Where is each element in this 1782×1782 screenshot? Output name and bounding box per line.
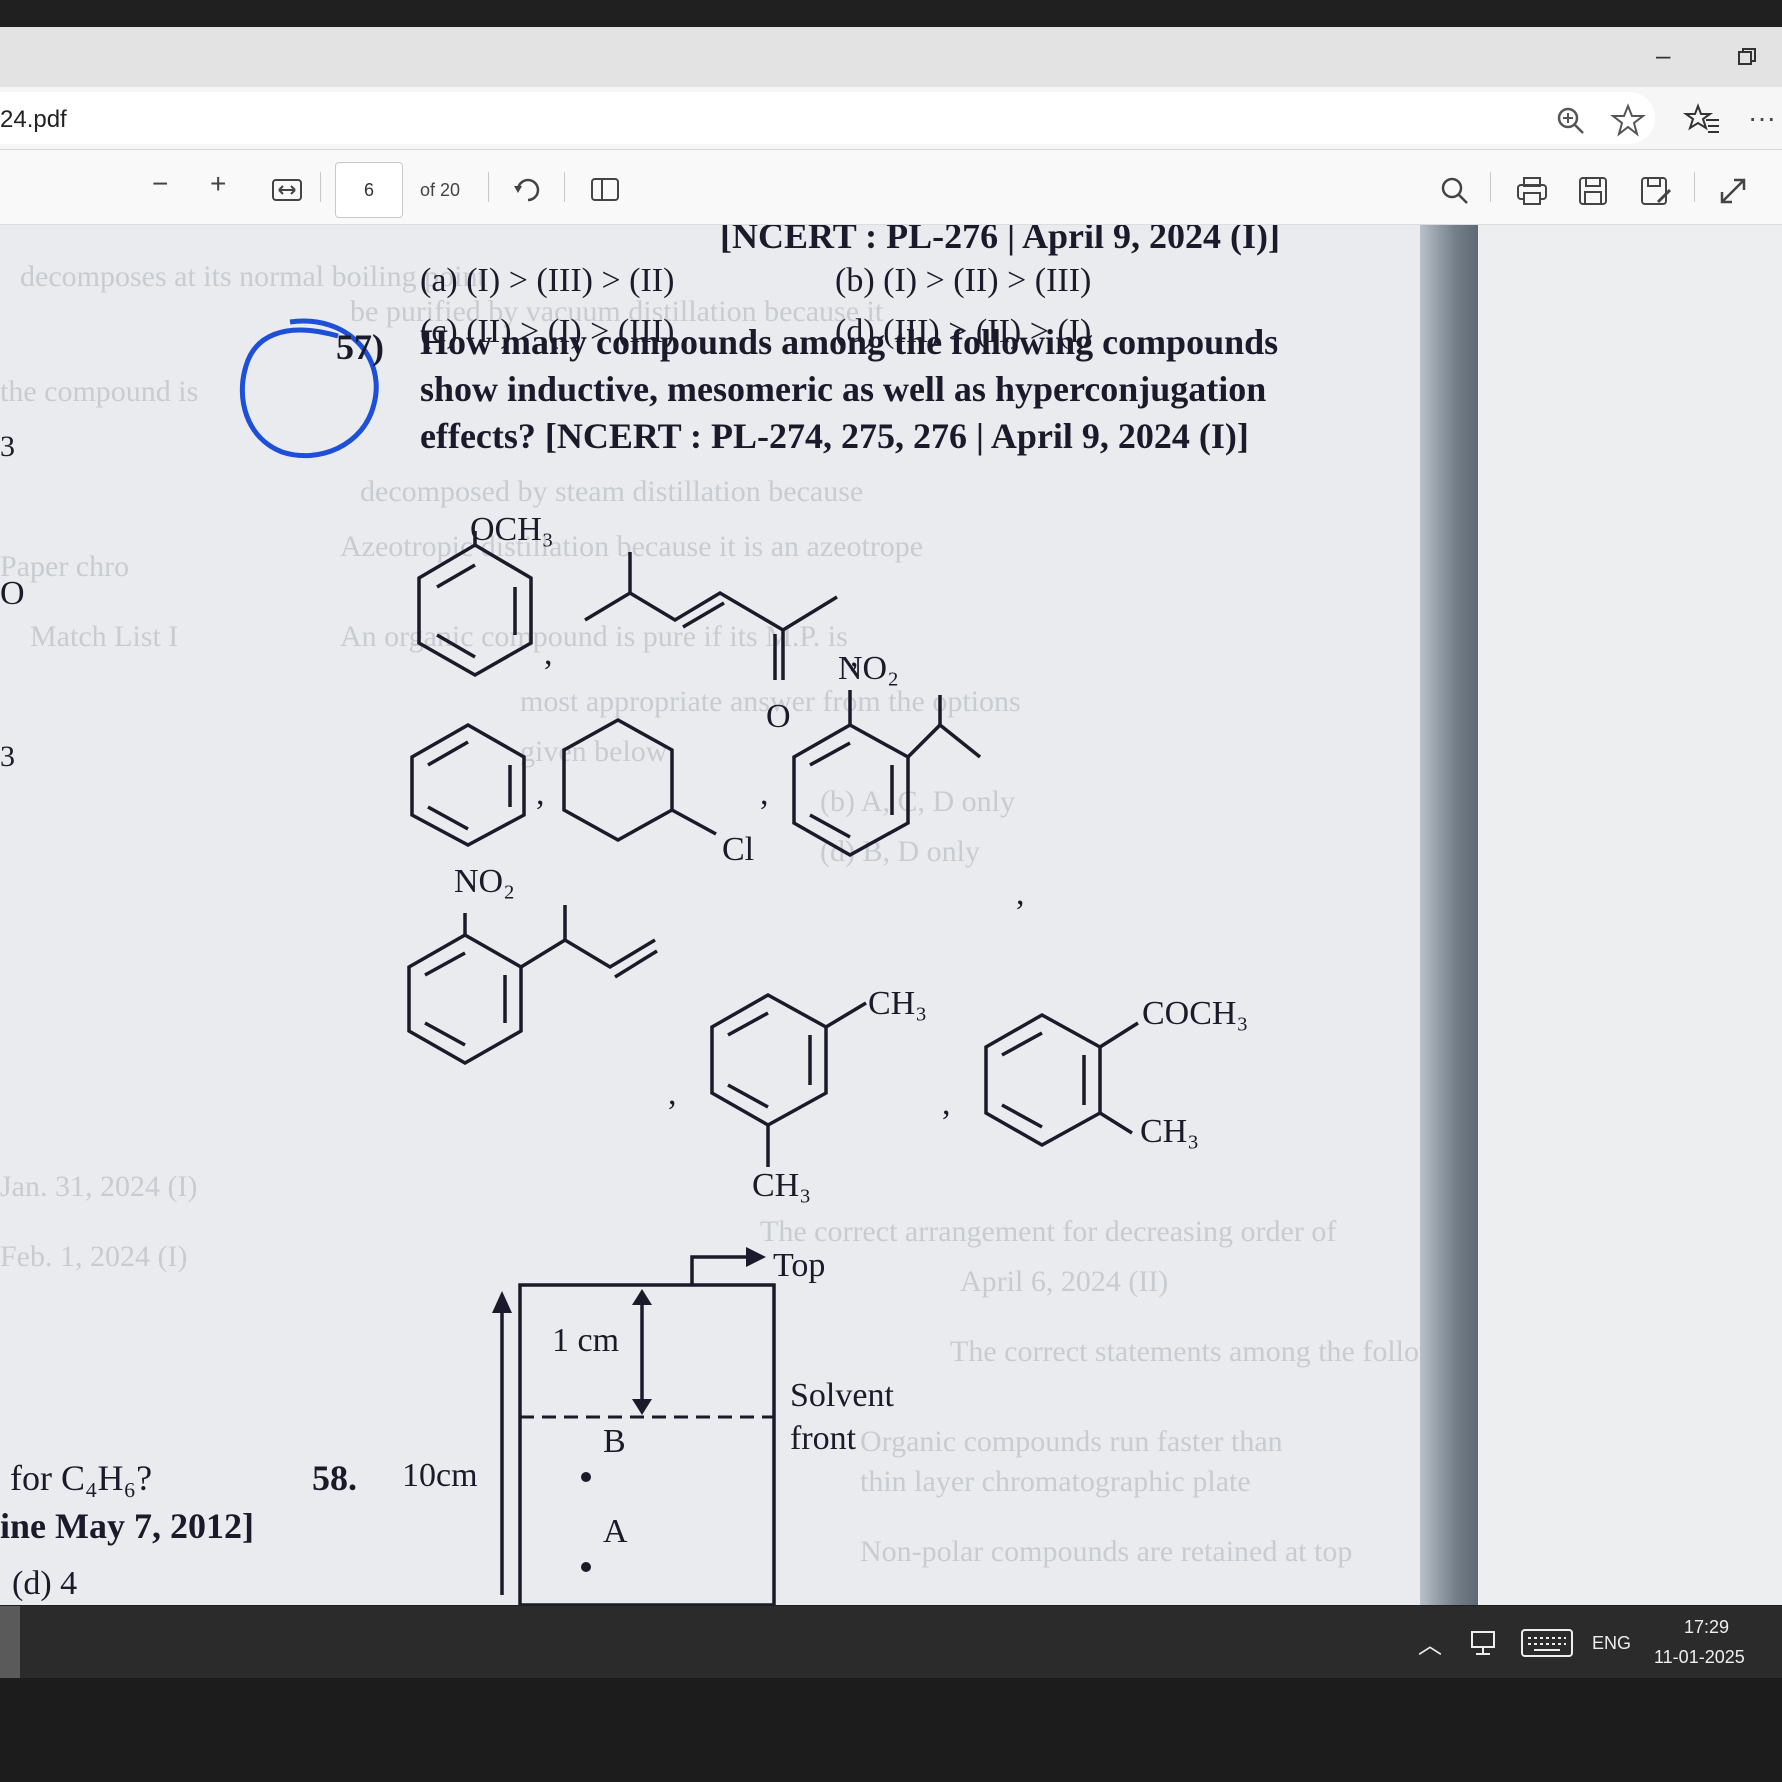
- zoom-in-icon[interactable]: +: [210, 170, 226, 198]
- left-fragment-c4h6: for C₄H₆?: [10, 1458, 153, 1498]
- comma-5: ,: [1016, 875, 1025, 912]
- more-options-icon[interactable]: ···: [1748, 104, 1776, 132]
- label-ch3-bottom: CH₃: [752, 1167, 812, 1204]
- pdf-page: decomposes at its normal boiling point b…: [0, 225, 1478, 1605]
- spot-a-label: A: [603, 1513, 628, 1550]
- m-xylene-structure: [710, 992, 867, 1167]
- screen-top-edge: [0, 0, 1782, 27]
- taskbar-start-edge[interactable]: [0, 1606, 20, 1678]
- label-o: O: [766, 698, 791, 735]
- browser-title-bar: [0, 27, 1782, 87]
- label-no2-b: NO₂: [454, 863, 515, 900]
- minimize-icon[interactable]: –: [1656, 40, 1670, 71]
- page-total: of 20: [420, 180, 461, 200]
- zoom-out-icon[interactable]: −: [152, 170, 168, 198]
- comma-7: ,: [942, 1085, 951, 1122]
- left-fragment-date: ine May 7, 2012]: [0, 1506, 254, 1546]
- chlorocyclohexane-structure: [562, 717, 717, 843]
- search-icon[interactable]: [1440, 176, 1470, 206]
- question-58-number: 58.: [312, 1458, 357, 1498]
- keyboard-icon[interactable]: [1520, 1628, 1574, 1658]
- question-57-number: 57): [336, 327, 384, 367]
- label-cl: Cl: [722, 831, 755, 868]
- language-indicator[interactable]: ENG: [1592, 1633, 1631, 1654]
- left-fragment-o: O: [0, 575, 25, 612]
- comma-3: ,: [536, 775, 545, 812]
- question-57-line-1: How many compounds among the following c…: [420, 322, 1279, 362]
- label-och3: OCH₃: [470, 511, 554, 548]
- option-a: (a) (I) > (III) > (II): [420, 262, 675, 299]
- label-10cm: 10cm: [402, 1457, 478, 1494]
- page-number-input[interactable]: 6: [335, 162, 403, 218]
- nitro-cumene-structure: [792, 690, 982, 858]
- left-fragment-3b: 3: [0, 740, 15, 773]
- label-1cm: 1 cm: [552, 1322, 620, 1359]
- tlc-diagram: [492, 1247, 776, 1605]
- o-methylacetophenone-structure: [984, 1012, 1139, 1148]
- header-reference: [NCERT : PL-276 | April 9, 2024 (I)]: [720, 225, 1280, 256]
- book-spine-shadow: [1420, 225, 1478, 1605]
- question-57-line-2: show inductive, mesomeric as well as hyp…: [420, 369, 1267, 409]
- pdf-toolbar: [0, 150, 1782, 225]
- print-icon[interactable]: [1516, 176, 1548, 206]
- left-fragment-option-d: (d) 4: [12, 1565, 78, 1602]
- taskbar: [0, 1606, 1782, 1678]
- label-top: Top: [773, 1247, 826, 1284]
- favorites-list-icon[interactable]: [1682, 103, 1720, 136]
- left-fragment-3a: 3: [0, 430, 15, 463]
- network-icon[interactable]: [1470, 1630, 1500, 1656]
- option-b: (b) (I) > (II) > (III): [835, 262, 1092, 299]
- label-ch3-ortho: CH₃: [1140, 1113, 1200, 1150]
- comma-4: ,: [760, 775, 769, 812]
- clock-date[interactable]: 11-01-2025: [1654, 1647, 1745, 1668]
- save-as-icon[interactable]: [1640, 176, 1672, 206]
- restore-icon[interactable]: [1736, 40, 1758, 71]
- anisole-structure: [417, 531, 533, 678]
- page-view-icon[interactable]: [590, 176, 622, 204]
- fullscreen-icon[interactable]: [1718, 176, 1748, 206]
- url-field[interactable]: [0, 92, 1655, 144]
- screen-bottom-edge: [0, 1678, 1782, 1782]
- favorite-star-icon[interactable]: [1610, 103, 1646, 137]
- label-no2-a: NO₂: [838, 650, 899, 687]
- question-57-line-3: effects? [NCERT : PL-274, 275, 276 | Apr…: [420, 416, 1249, 456]
- rotate-icon[interactable]: [512, 174, 544, 206]
- fit-width-icon[interactable]: [272, 178, 302, 202]
- label-front: front: [790, 1420, 857, 1457]
- spot-b-label: B: [603, 1423, 626, 1460]
- benzene-structure: [410, 722, 526, 847]
- clock-time[interactable]: 17:29: [1684, 1617, 1729, 1638]
- url-text: 24.pdf: [0, 106, 67, 133]
- save-icon[interactable]: [1578, 176, 1608, 206]
- nitro-butenylbenzene-structure: [407, 905, 658, 1066]
- viewer-background: [1478, 225, 1782, 1605]
- comma-1: ,: [544, 635, 553, 672]
- label-solvent: Solvent: [790, 1377, 894, 1414]
- zoom-page-icon[interactable]: [1556, 106, 1586, 136]
- tray-expand-icon[interactable]: ︿: [1418, 1625, 1442, 1660]
- comma-6: ,: [668, 1075, 677, 1112]
